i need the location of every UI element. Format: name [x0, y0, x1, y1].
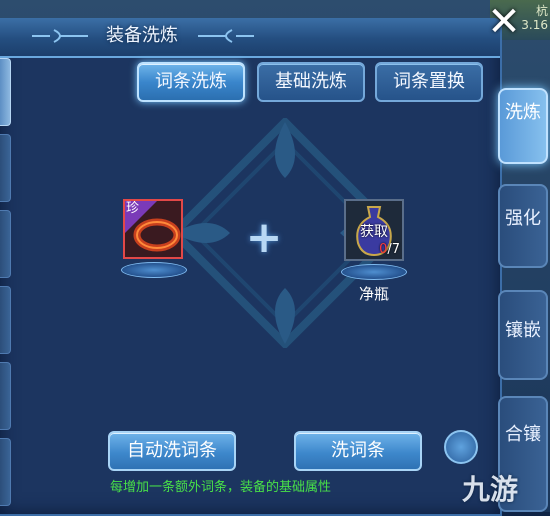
title-ornament-left: [32, 29, 88, 43]
panel-title: 装备洗炼: [106, 25, 178, 46]
left-tab-2[interactable]: [0, 134, 11, 202]
close-button[interactable]: ✕: [480, 0, 528, 44]
round-option-button[interactable]: [444, 430, 478, 464]
left-tab-1[interactable]: [0, 58, 11, 126]
tab-attribute-swap[interactable]: 词条置换: [375, 62, 483, 102]
material-pedestal: [341, 264, 407, 280]
left-tab-5[interactable]: [0, 362, 11, 430]
close-icon: ✕: [487, 0, 521, 45]
tab-attribute-refine[interactable]: 词条洗炼: [137, 62, 245, 102]
material-count: 0/7: [379, 242, 400, 257]
side-tab-inlay[interactable]: 镶嵌: [498, 290, 548, 380]
wash-button[interactable]: 洗词条: [294, 431, 422, 471]
side-tab-refine[interactable]: 洗炼: [498, 88, 548, 164]
plus-icon: +: [245, 212, 283, 263]
left-tab-rail: [0, 58, 14, 512]
equipment-pedestal: [121, 262, 187, 278]
material-need-count: /7: [387, 242, 400, 257]
left-tab-4[interactable]: [0, 286, 11, 354]
title-ornament-right: [198, 29, 254, 43]
acquire-link[interactable]: 获取: [360, 221, 388, 241]
auto-wash-button[interactable]: 自动洗词条: [108, 431, 236, 471]
rarity-tag: 珍: [126, 201, 140, 216]
site-watermark: 九游: [461, 473, 518, 506]
left-tab-3[interactable]: [0, 210, 11, 278]
material-slot[interactable]: 获取 0/7: [344, 199, 404, 261]
tab-base-refine[interactable]: 基础洗炼: [257, 62, 365, 102]
material-name: 净瓶: [358, 285, 389, 303]
equipment-slot[interactable]: 珍: [123, 199, 183, 259]
left-tab-6[interactable]: [0, 438, 11, 506]
side-tab-enhance[interactable]: 强化: [498, 184, 548, 268]
hint-text: 每增加一条额外词条，装备的基础属性: [110, 480, 332, 495]
